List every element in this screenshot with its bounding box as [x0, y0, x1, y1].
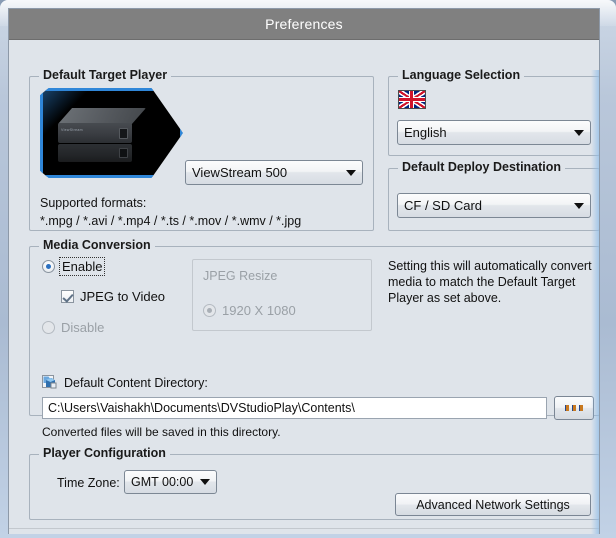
checkbox-box-jpeg-to-video: [61, 290, 74, 303]
time-zone-label: Time Zone:: [57, 476, 120, 490]
flag-cross-red-vertical: [410, 91, 413, 108]
time-zone-select-value: GMT 00:00: [131, 475, 194, 489]
supported-formats-value: *.mpg / *.avi / *.mp4 / *.ts / *.mov / *…: [40, 214, 302, 228]
language-select[interactable]: English: [397, 120, 591, 145]
titlebar: Preferences: [9, 9, 599, 40]
target-player-select-value: ViewStream 500: [192, 165, 288, 180]
union-jack-flag-icon: [398, 90, 426, 109]
radio-label-jpeg-resize: 1920 X 1080: [222, 303, 296, 318]
group-title-player-configuration: Player Configuration: [39, 446, 170, 460]
radio-dot-disable: [42, 321, 55, 334]
browse-directory-button[interactable]: [554, 396, 594, 420]
radio-dot-enable: [42, 260, 55, 273]
panel-jpeg-resize: JPEG Resize 1920 X 1080: [192, 259, 372, 331]
content-directory-label: Default Content Directory:: [64, 376, 208, 390]
advanced-network-settings-button[interactable]: Advanced Network Settings: [395, 493, 591, 516]
group-title-default-target-player: Default Target Player: [39, 68, 172, 82]
radio-jpeg-resize-1920x1080[interactable]: 1920 X 1080: [203, 303, 296, 318]
dialog-content: Default Target Player ViewStream ViewStr…: [9, 40, 599, 534]
chevron-down-icon: [574, 202, 584, 209]
checkbox-jpeg-to-video[interactable]: JPEG to Video: [61, 289, 165, 304]
checkbox-label-jpeg-to-video: JPEG to Video: [80, 289, 166, 304]
content-directory-input[interactable]: C:\Users\Vaishakh\Documents\DVStudioPlay…: [42, 397, 547, 419]
deploy-destination-select-value: CF / SD Card: [404, 198, 483, 213]
device-port: [119, 128, 128, 139]
time-zone-select[interactable]: GMT 00:00: [124, 470, 217, 494]
device-port-reflection: [119, 148, 128, 158]
radio-enable-conversion[interactable]: Enable: [42, 257, 106, 276]
chevron-down-icon: [574, 129, 584, 136]
ellipsis-icon: [565, 405, 583, 411]
advanced-network-settings-label: Advanced Network Settings: [416, 497, 570, 512]
supported-formats-label: Supported formats:: [40, 196, 147, 210]
content-directory-value: C:\Users\Vaishakh\Documents\DVStudioPlay…: [48, 401, 355, 415]
device-front-face: ViewStream: [58, 123, 132, 143]
window-frame: Preferences Default Target Player ViewSt…: [0, 0, 616, 538]
radio-dot-jpeg-resize: [203, 304, 216, 317]
device-top-face: [58, 108, 146, 124]
jpeg-resize-title: JPEG Resize: [203, 269, 278, 283]
radio-label-enable: Enable: [58, 257, 106, 276]
group-title-media-conversion: Media Conversion: [39, 238, 155, 252]
media-conversion-description: Setting this will automatically convert …: [388, 259, 592, 305]
chevron-down-icon: [346, 169, 356, 176]
radio-label-disable: Disable: [61, 320, 105, 335]
group-title-deploy-destination: Default Deploy Destination: [398, 160, 566, 174]
footer-divider: [9, 528, 599, 529]
window-title: Preferences: [265, 16, 343, 32]
deploy-destination-select[interactable]: CF / SD Card: [397, 193, 591, 218]
device-reflection: [58, 144, 132, 162]
target-player-select[interactable]: ViewStream 500: [185, 160, 363, 185]
preferences-dialog: Preferences Default Target Player ViewSt…: [8, 8, 600, 534]
device-brand-label: ViewStream: [61, 128, 83, 132]
target-player-thumbnail: ViewStream: [40, 88, 183, 178]
radio-disable-conversion[interactable]: Disable: [42, 320, 104, 335]
group-title-language-selection: Language Selection: [398, 68, 525, 82]
content-directory-hint: Converted files will be saved in this di…: [42, 425, 281, 439]
language-select-value: English: [404, 125, 447, 140]
chevron-down-icon: [200, 479, 210, 485]
folder-icon: [42, 374, 58, 389]
